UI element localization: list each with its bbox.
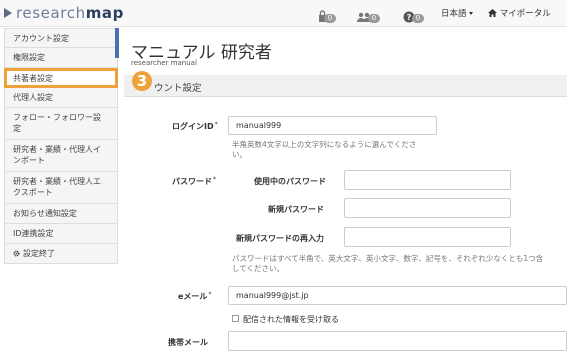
sidebar-active-indicator xyxy=(115,28,119,58)
sidebar-item-proxy-settings[interactable]: 代理人設定 xyxy=(4,88,118,108)
email-label-text: eメール xyxy=(178,292,208,301)
login-id-help-line2: い。 xyxy=(232,150,247,159)
email-label: eメール* xyxy=(178,291,211,302)
section-header: ウント設定 xyxy=(124,75,567,97)
top-navbar: research map 0 0 ? 0 日本語 マイポータル xyxy=(0,0,567,27)
sidebar-item-label: アカウント設定 xyxy=(13,34,69,43)
sidebar-item-label-line2: 定 xyxy=(13,124,21,133)
password-help-line1: パスワードはすべて半角で、英大文字、英小文字、数字、記号を、それぞれ少なくとも1… xyxy=(232,254,544,263)
sidebar-item-export[interactable]: 研究者・業績・代理人エ クスポート xyxy=(4,172,118,204)
sidebar-item-permission-settings[interactable]: 権限設定 xyxy=(4,48,118,68)
my-portal-link[interactable]: マイポータル xyxy=(488,7,551,19)
settings-sidebar: アカウント設定 権限設定 共著者設定 代理人設定 フォロー・フォロワー設定 研究… xyxy=(4,28,118,264)
sidebar-item-label: フォロー・フォロワー設 xyxy=(13,113,101,122)
new-password-label: 新規パスワード xyxy=(268,205,324,214)
receive-info-checkbox[interactable] xyxy=(232,315,239,322)
logo-text-research: research xyxy=(16,4,86,22)
gear-icon xyxy=(13,250,20,257)
sidebar-item-label: 権限設定 xyxy=(13,53,45,62)
password-label-text: パスワード xyxy=(172,177,212,186)
email-input[interactable]: manual999@jst.jp xyxy=(228,286,567,305)
sidebar-item-follow-settings[interactable]: フォロー・フォロワー設定 xyxy=(4,108,118,140)
login-id-help: 半角英数4文字以上の文字列になるように選んでくださ い。 xyxy=(232,140,447,160)
new-password-input[interactable] xyxy=(344,198,511,218)
required-mark: * xyxy=(208,291,212,298)
nav-users-button[interactable]: 0 xyxy=(357,5,380,23)
sidebar-item-label-line2: クスポート xyxy=(13,188,53,197)
new-password-confirm-input[interactable] xyxy=(344,227,511,247)
nav-lock-button[interactable]: 0 xyxy=(318,5,336,23)
sidebar-item-label: 研究者・業績・代理人エ xyxy=(13,177,101,186)
home-icon xyxy=(488,9,497,17)
required-mark: * xyxy=(214,121,218,128)
sidebar-item-coauthor-settings[interactable]: 共著者設定 xyxy=(4,68,118,88)
my-portal-label: マイポータル xyxy=(499,9,551,19)
receive-info-label: 配信された情報を受け取る xyxy=(243,315,339,324)
current-password-label: 使用中のパスワード xyxy=(254,177,326,186)
sidebar-item-finish-settings[interactable]: 設定終了 xyxy=(4,244,118,264)
nav-help-button[interactable]: ? 0 xyxy=(403,5,424,23)
help-badge: 0 xyxy=(412,14,424,23)
sidebar-item-label: 代理人設定 xyxy=(13,93,53,102)
sidebar-item-label: お知らせ通知設定 xyxy=(13,209,77,218)
sidebar-item-label-line2: ンポート xyxy=(13,156,45,165)
sidebar-item-label: 研究者・業績・代理人イ xyxy=(13,145,101,154)
sidebar-item-label: 設定終了 xyxy=(23,249,55,258)
password-help: パスワードはすべて半角で、英大文字、英小文字、数字、記号を、それぞれ少なくとも1… xyxy=(232,254,567,274)
sidebar-item-notification-settings[interactable]: お知らせ通知設定 xyxy=(4,204,118,224)
login-id-help-line1: 半角英数4文字以上の文字列になるように選んでくださ xyxy=(232,140,417,149)
required-mark: * xyxy=(213,176,216,183)
new-password-confirm-label: 新規パスワードの再入力 xyxy=(236,234,324,243)
mobile-email-input[interactable] xyxy=(228,331,567,351)
sidebar-item-label: 共著者設定 xyxy=(13,74,53,83)
chevron-down-icon xyxy=(468,12,473,15)
researchmap-logo[interactable]: research map xyxy=(4,3,124,23)
login-id-label: ログインID* xyxy=(172,121,218,132)
login-id-label-text: ログインID xyxy=(172,122,214,131)
users-badge: 0 xyxy=(368,14,380,23)
language-label: 日本語 xyxy=(441,9,467,19)
language-dropdown[interactable]: 日本語 xyxy=(441,7,473,19)
password-help-line2: してください。 xyxy=(232,264,285,273)
sidebar-item-account-settings[interactable]: アカウント設定 xyxy=(4,28,118,48)
page-subtitle: researcher manual xyxy=(131,59,197,67)
password-label: パスワード* xyxy=(172,176,216,187)
lock-badge: 0 xyxy=(324,14,336,23)
login-id-input[interactable]: manual999 xyxy=(228,116,437,135)
sidebar-item-label: ID連携設定 xyxy=(13,229,54,238)
step-number-badge: 3 xyxy=(132,71,152,91)
svg-text:?: ? xyxy=(407,13,412,22)
current-password-input[interactable] xyxy=(344,170,511,190)
sidebar-item-id-link-settings[interactable]: ID連携設定 xyxy=(4,224,118,244)
mobile-email-label: 携帯メール xyxy=(168,338,208,347)
logo-triangle-icon xyxy=(4,8,12,18)
sidebar-item-import[interactable]: 研究者・業績・代理人イ ンポート xyxy=(4,140,118,172)
logo-text-map: map xyxy=(85,4,124,22)
